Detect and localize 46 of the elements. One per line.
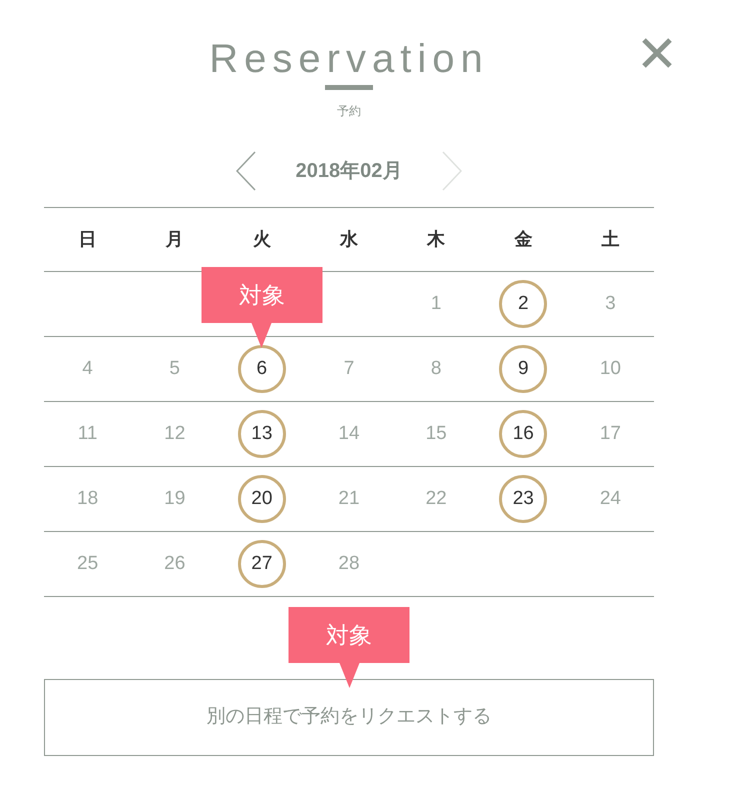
month-label: 2018年02月 — [296, 159, 402, 184]
page-title: Reservation — [209, 36, 489, 82]
weekday-label: 月 — [166, 228, 184, 251]
day-number: 24 — [600, 486, 621, 511]
day-number: 15 — [426, 422, 447, 446]
day-number: 11 — [78, 422, 98, 446]
day-number: 22 — [426, 486, 447, 511]
day-number[interactable]: 20 — [238, 475, 286, 523]
day-number: 12 — [164, 422, 186, 446]
day-number: 25 — [77, 552, 98, 576]
day-number[interactable]: 16 — [499, 410, 548, 458]
previous-month-button[interactable] — [236, 151, 256, 191]
day-number: 28 — [338, 552, 360, 576]
day-number: 17 — [600, 422, 621, 446]
chevron-left-icon — [236, 151, 256, 191]
weekday-label: 日 — [78, 228, 97, 251]
day-number: 19 — [164, 486, 186, 511]
weekday-label: 土 — [601, 228, 620, 251]
day-number[interactable]: 13 — [238, 410, 286, 458]
day-number[interactable]: 27 — [238, 540, 286, 588]
day-number: 10 — [600, 356, 621, 381]
title-underline — [325, 85, 373, 90]
close-button[interactable] — [642, 38, 672, 68]
day-number: 5 — [169, 356, 180, 381]
tooltip: 対象 — [201, 267, 322, 348]
close-icon — [642, 38, 672, 68]
day-number: 1 — [430, 292, 442, 316]
weekday-label: 水 — [340, 228, 358, 251]
day-number: 18 — [77, 486, 98, 511]
day-number: 3 — [605, 292, 616, 316]
chevron-right-icon — [442, 151, 462, 191]
day-number: 7 — [344, 356, 354, 381]
day-number[interactable]: 23 — [499, 475, 548, 523]
day-number: 4 — [82, 356, 93, 381]
day-number: 8 — [430, 356, 442, 381]
weekday-label: 金 — [514, 228, 532, 251]
weekday-label: 木 — [427, 228, 446, 251]
day-number[interactable]: 9 — [499, 345, 548, 393]
page-subtitle: 予約 — [337, 103, 361, 119]
day-number[interactable]: 6 — [238, 345, 286, 393]
day-number: 14 — [338, 422, 360, 446]
tooltip: 対象 — [288, 607, 410, 688]
day-number: 26 — [164, 552, 186, 576]
day-number: 21 — [338, 486, 360, 511]
day-number[interactable]: 2 — [499, 280, 548, 328]
weekday-label: 火 — [252, 228, 271, 251]
